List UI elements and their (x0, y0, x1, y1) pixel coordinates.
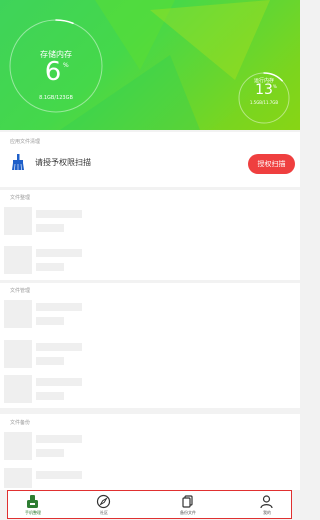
person-icon (260, 495, 273, 509)
memory-percent-unit: % (273, 84, 277, 89)
cleanup-title: 应用文件清理 (10, 139, 41, 145)
placeholder-line (36, 303, 82, 311)
placeholder-line (36, 449, 64, 457)
placeholder-line (36, 249, 82, 257)
placeholder-line (36, 378, 82, 386)
storage-percent-unit: % (63, 62, 69, 69)
tab-profile[interactable]: 我的 (242, 491, 292, 517)
placeholder-thumb (4, 340, 32, 368)
tab-label: 社区 (100, 510, 108, 515)
placeholder-line (36, 210, 82, 218)
tab-phone-clean[interactable]: 手机整理 (8, 491, 58, 517)
phone-clean-icon (27, 495, 38, 508)
placeholder-thumb (4, 207, 32, 235)
tab-backup-files[interactable]: 备份文件 (163, 491, 213, 517)
storage-hero: 存储内存 6 % 8.1GB/123GB 运行内存 13 % 1.5GB/11.… (0, 0, 300, 130)
copy-files-icon (182, 495, 193, 508)
tab-community[interactable]: 社区 (79, 491, 129, 517)
placeholder-line (36, 357, 64, 365)
tab-label: 备份文件 (180, 510, 196, 515)
bottom-tab-bar: 手机整理 社区 备份文件 我的 (7, 490, 292, 519)
placeholder-line (36, 435, 82, 443)
memory-usage: 1.5GB/11.7GB (249, 100, 279, 105)
placeholder-line (36, 471, 82, 479)
placeholder-thumb (4, 300, 32, 328)
broom-icon (12, 154, 24, 170)
compass-icon (96, 494, 111, 509)
tab-label: 手机整理 (25, 510, 41, 515)
placeholder-thumb (4, 375, 32, 403)
placeholder-line (36, 224, 64, 232)
memory-percent: 13 (255, 82, 273, 98)
placeholder-thumb (4, 246, 32, 274)
placeholder-line (36, 392, 64, 400)
permission-prompt: 请授予权限扫描 (35, 158, 91, 167)
placeholder-thumb (4, 432, 32, 460)
placeholder-thumb (4, 468, 32, 488)
tab-label: 我的 (263, 510, 271, 515)
document-section-title: 文件整理 (10, 195, 31, 201)
placeholder-line (36, 343, 82, 351)
placeholder-line (36, 317, 64, 325)
file-management-title: 文件管理 (10, 288, 31, 294)
file-backup-title: 文件备份 (10, 420, 31, 426)
placeholder-line (36, 263, 64, 271)
storage-usage: 8.1GB/123GB (39, 95, 73, 101)
authorize-scan-button[interactable]: 授权扫描 (248, 154, 295, 174)
